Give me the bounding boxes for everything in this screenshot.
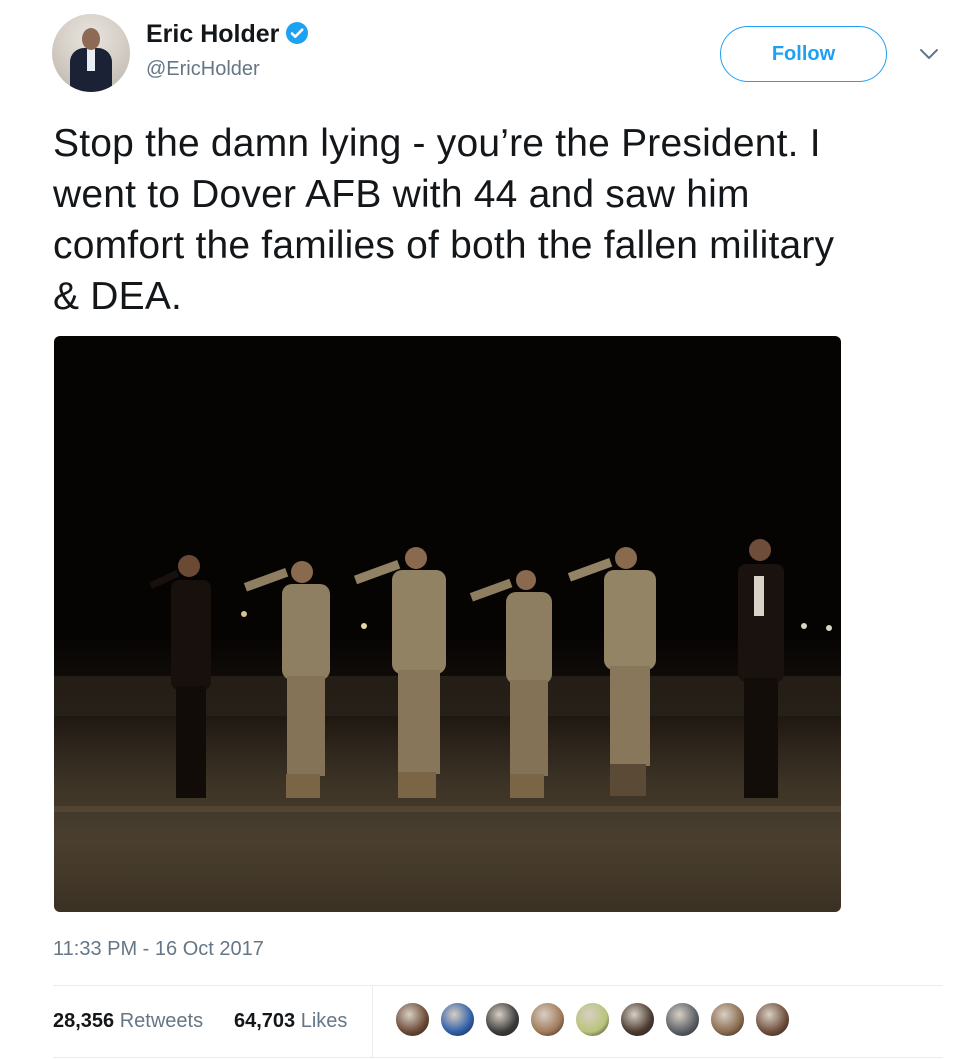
liker-avatar-8[interactable] (709, 1001, 746, 1038)
avatar-head (82, 28, 100, 50)
figure-soldier-4 (567, 547, 656, 796)
likes-label: Likes (300, 1010, 348, 1032)
figure-soldier-2 (353, 547, 446, 798)
retweets-stat[interactable]: 28,356 Retweets (53, 1010, 203, 1033)
retweets-count: 28,356 (53, 1010, 115, 1032)
avatar-shirt (87, 49, 95, 71)
tweet-text-line: & DEA. (53, 275, 183, 318)
liker-avatar-6[interactable] (619, 1001, 656, 1038)
liker-avatar-7[interactable] (664, 1001, 701, 1038)
liker-avatar-2[interactable] (439, 1001, 476, 1038)
tweet-text: Stop the damn lying - you’re the Preside… (53, 118, 958, 322)
author-avatar[interactable] (52, 14, 130, 92)
author-name[interactable]: Eric Holder (146, 20, 279, 48)
divider-bottom (53, 1057, 943, 1058)
liker-avatar-3[interactable] (484, 1001, 521, 1038)
tweet-text-line: comfort the families of both the fallen … (53, 224, 835, 267)
divider-vertical (372, 985, 373, 1057)
likes-count: 64,703 (234, 1010, 296, 1032)
liker-avatar-4[interactable] (529, 1001, 566, 1038)
follow-button[interactable]: Follow (720, 26, 887, 82)
divider-top (53, 985, 943, 986)
retweets-label: Retweets (119, 1010, 204, 1032)
verified-badge-icon (285, 21, 309, 52)
author-handle[interactable]: @EricHolder (146, 58, 260, 81)
liker-avatar-5[interactable] (574, 1001, 611, 1038)
liker-avatar-9[interactable] (754, 1001, 791, 1038)
tweet-text-line: went to Dover AFB with 44 and saw him (53, 173, 750, 216)
liker-avatar-1[interactable] (394, 1001, 431, 1038)
tweet-text-line: Stop the damn lying - you’re the Preside… (53, 122, 821, 165)
figure-suit-right (738, 539, 784, 798)
author-name-row[interactable]: Eric Holder (146, 20, 309, 52)
tweet-photo[interactable] (54, 336, 841, 912)
chevron-down-icon[interactable] (916, 42, 942, 66)
likes-stat[interactable]: 64,703 Likes (234, 1010, 347, 1033)
tweet-photo-drawing (54, 539, 841, 812)
tweet-timestamp[interactable]: 11:33 PM - 16 Oct 2017 (53, 938, 264, 961)
